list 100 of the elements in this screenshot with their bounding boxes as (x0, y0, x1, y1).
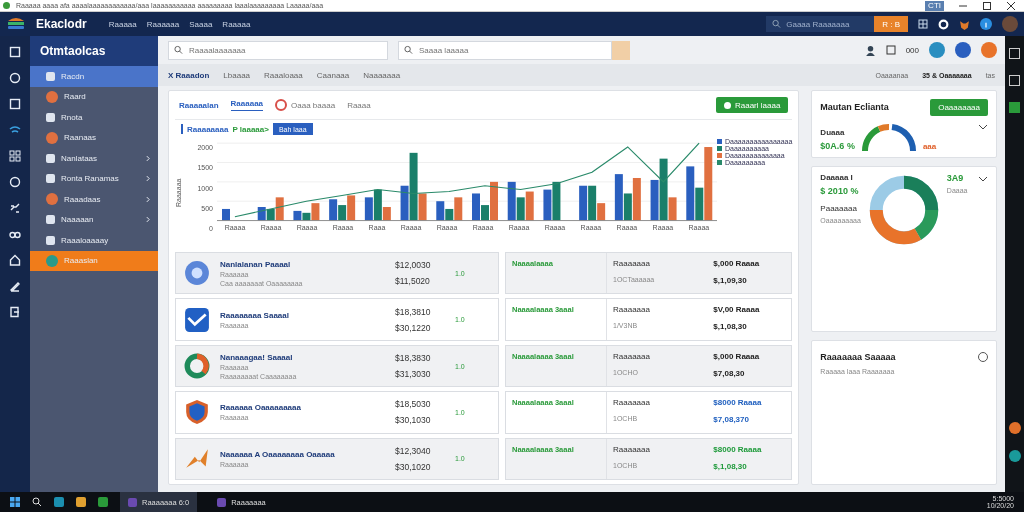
sidebar-item[interactable]: Rnota (30, 107, 158, 128)
square-icon (46, 235, 55, 245)
nav-link[interactable]: Raaaaa (108, 19, 137, 29)
chevron-icon[interactable] (978, 176, 988, 182)
check-icon (184, 306, 210, 333)
value-text: $,1,09,30 (713, 276, 748, 285)
metric-label: Paaaaaaa (820, 204, 858, 213)
logo-icon (6, 16, 26, 32)
square-icon[interactable] (9, 98, 21, 110)
chevron-icon[interactable] (978, 124, 988, 130)
app-icon[interactable] (54, 497, 64, 507)
chart-title: Raaaaaaaa (187, 124, 229, 134)
tab[interactable]: Naaaaaaa (363, 70, 401, 80)
tab[interactable]: Raaaaalan (179, 100, 219, 110)
bar (525, 191, 534, 221)
sidebar-item[interactable]: Naaaaan (30, 209, 158, 230)
brand-name: Ekaclodr (36, 17, 87, 31)
tab[interactable]: Oaaa baaaa (291, 100, 336, 110)
slice-value: 3A9 (946, 173, 965, 183)
item-label: Raaaaaaa (613, 259, 651, 268)
sidebar-item[interactable]: Raaadaas (30, 189, 158, 210)
nav-link[interactable]: Raaaaa (222, 19, 251, 29)
calendar-icon[interactable] (885, 45, 896, 55)
sidebar-item[interactable]: Raanaas (30, 127, 158, 148)
amount: $18,5030 (395, 399, 432, 410)
bell-icon[interactable] (955, 42, 971, 58)
primary-button[interactable]: Raaarl laaaa (716, 97, 789, 113)
search-icon[interactable] (32, 497, 42, 507)
sidebar-item[interactable]: Nanlataas (30, 148, 158, 169)
alert-icon[interactable] (981, 42, 997, 58)
value-text: $V,00 Raaaa (713, 305, 761, 315)
amount: $30,1220 (395, 322, 432, 333)
tab[interactable]: Raaaloaaa (264, 70, 303, 80)
ring-icon (184, 353, 210, 379)
tab[interactable]: Caanaaa (316, 70, 350, 80)
dot-icon (46, 131, 58, 144)
sidebar-item[interactable]: Raaaloaaaay (30, 230, 158, 251)
metric-label: Daaaaa I (820, 173, 854, 182)
grid-icon[interactable] (1009, 75, 1020, 86)
value-text: $7,08,30 (713, 368, 746, 378)
gauge-value: aaa (922, 142, 937, 151)
folder-icon[interactable] (76, 497, 86, 507)
card-title: Raaaaaaa Saaaaa (820, 352, 896, 362)
bar (552, 181, 561, 221)
amount: $11,5020 (395, 276, 431, 287)
item-label: Raaaaaaa (613, 305, 651, 315)
nav-link[interactable]: Saaaa (189, 19, 213, 29)
close-icon[interactable] (1006, 0, 1016, 11)
amount: $12,3040 (395, 445, 432, 456)
search-field[interactable]: Raaaalaaaaaaa (168, 40, 388, 60)
item-label: Raaaaaaa (613, 444, 651, 454)
dot-icon (46, 254, 58, 267)
wifi-icon[interactable] (9, 124, 21, 136)
grid-icon[interactable] (918, 19, 928, 29)
bar (222, 208, 230, 221)
square-icon (46, 71, 55, 81)
app-icon[interactable] (98, 497, 108, 507)
chart-value: P laaaaa> (232, 124, 269, 134)
door-icon[interactable] (9, 306, 21, 318)
fox-icon[interactable] (959, 18, 970, 30)
pen-icon[interactable] (9, 280, 21, 292)
nav-link[interactable]: Raaaaaa (146, 19, 180, 29)
start-icon[interactable] (10, 497, 20, 507)
primary-button[interactable]: Oaaaaaaaa (930, 98, 988, 116)
square-icon (46, 153, 55, 163)
item-title: Nanaaagaa! Saaaal (220, 352, 294, 362)
app-icon[interactable] (1008, 422, 1021, 434)
square-icon (46, 112, 55, 122)
extension-badge[interactable]: CTI (925, 0, 944, 11)
sidebar-item[interactable]: Ronta Ranamas (30, 168, 158, 189)
card-title: Mautan Eclianta (820, 102, 889, 112)
sidebar-item[interactable]: Racdn (30, 66, 158, 87)
tab[interactable]: Raaaaaa (230, 99, 264, 111)
sidebar-title: Otmtaolcas (30, 36, 158, 66)
ring-icon (275, 99, 288, 111)
sidebar-item[interactable]: Raard (30, 86, 158, 107)
value-text: $8000 Raaaa (713, 444, 763, 454)
amount: $30,1030 (395, 415, 432, 426)
square-icon[interactable] (9, 46, 21, 58)
value-text: $,000 Raaaa (713, 351, 761, 361)
tab[interactable]: X Raaadon (168, 70, 210, 80)
home-icon[interactable] (9, 254, 21, 266)
app-icon[interactable] (1008, 450, 1021, 462)
bar (329, 199, 338, 221)
grid-icon[interactable] (9, 150, 21, 162)
item-title: Naaaaaa A Oaaaaaaaa Oaaaaa (220, 449, 336, 459)
grid-icon[interactable] (1009, 48, 1020, 59)
maximize-icon[interactable] (982, 0, 992, 11)
user-icon[interactable] (864, 44, 876, 56)
chat-icon[interactable] (929, 42, 945, 58)
bar (579, 185, 588, 221)
bar (364, 197, 373, 221)
search-field[interactable]: Gaaaa Raaaaaaa (766, 16, 875, 32)
tab[interactable]: Raaaa (347, 100, 371, 110)
shield-icon (184, 399, 210, 426)
amount: $30,1020 (395, 461, 432, 472)
search-field[interactable]: Saaaa laaaaa (398, 40, 612, 60)
tab[interactable]: Lbaaaa (223, 70, 251, 80)
info-icon[interactable] (980, 18, 992, 30)
item-title: Nanlalanan Paaaal (220, 259, 292, 269)
